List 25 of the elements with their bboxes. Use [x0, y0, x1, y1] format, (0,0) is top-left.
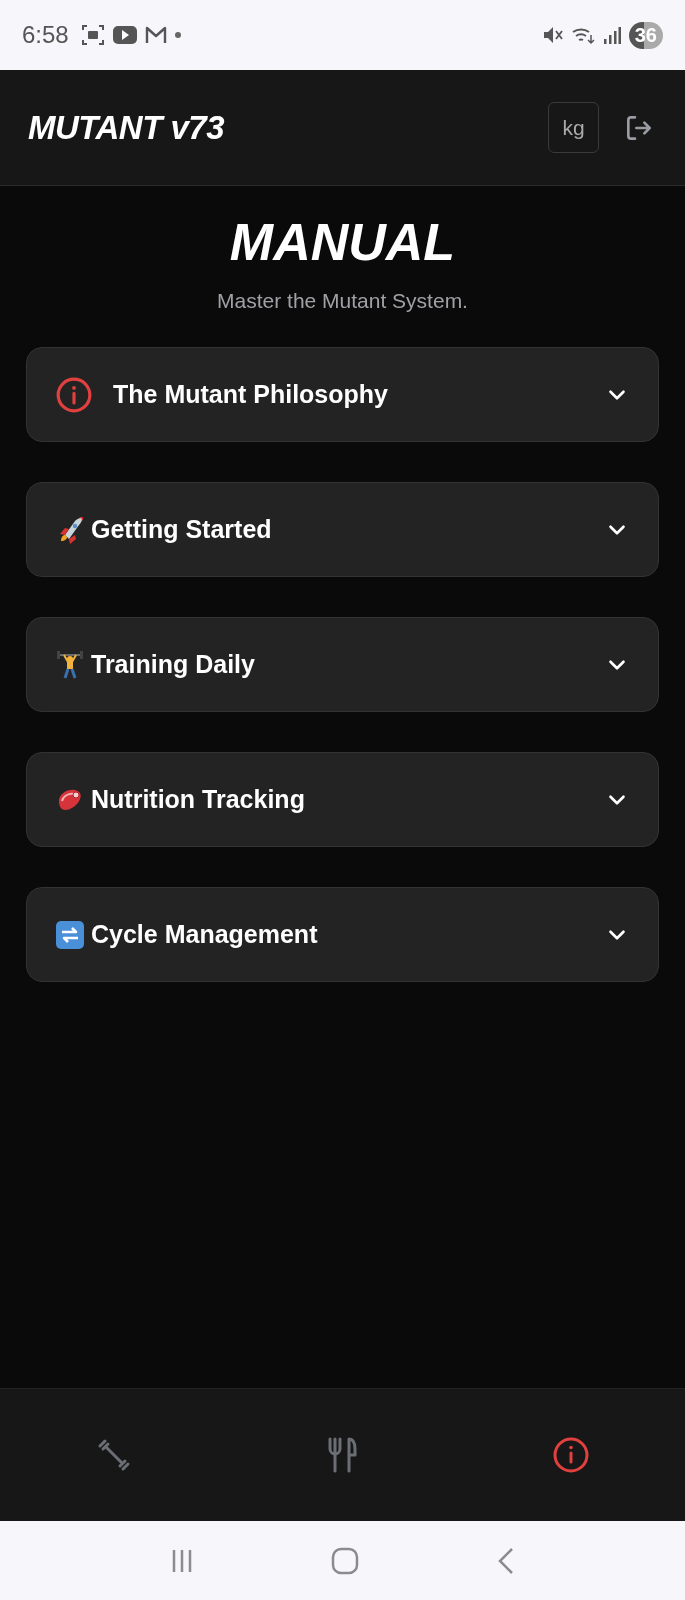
page-title: MANUAL: [229, 214, 456, 272]
app-title: MUTANT v73: [28, 108, 225, 147]
dot-icon: [174, 32, 181, 38]
mute-icon: [542, 25, 563, 45]
info-icon: [55, 375, 93, 414]
mail-icon: [144, 26, 167, 44]
weightlifter-icon: [55, 649, 85, 680]
home-icon[interactable]: [331, 1546, 360, 1575]
clock: 6:58: [22, 21, 69, 49]
page-subtitle: Master the Mutant System.: [217, 289, 468, 314]
unit-button[interactable]: kg: [548, 102, 599, 153]
accordion-item[interactable]: Nutrition Tracking: [26, 752, 659, 848]
accordion-item[interactable]: Cycle Management: [26, 887, 659, 983]
section-title: Nutrition Tracking: [91, 785, 306, 815]
accordion-item[interactable]: Training Daily: [26, 617, 659, 713]
accordion-item[interactable]: The Mutant Philosophy: [26, 347, 659, 443]
signal-icon: [602, 26, 621, 44]
section-title: Training Daily: [91, 650, 256, 680]
section-title: Getting Started: [91, 515, 273, 545]
section-title: The Mutant Philosophy: [113, 380, 389, 410]
section-title: Cycle Management: [91, 920, 319, 950]
screenshot-icon: [80, 24, 105, 46]
video-icon: [112, 26, 137, 44]
arrows-icon: [55, 919, 85, 950]
accordion-item[interactable]: Getting Started: [26, 482, 659, 578]
